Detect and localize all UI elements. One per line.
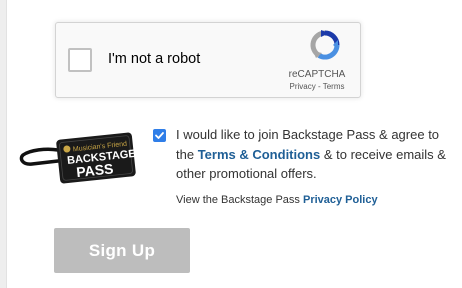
privacy-line-text: View the Backstage Pass [176,194,303,206]
privacy-policy-link[interactable]: Privacy Policy [303,194,378,206]
sign-up-button[interactable]: Sign Up [54,228,190,273]
backstage-pass-tag-icon: Musician's Friend BACKSTAGE PASS [19,132,136,184]
recaptcha-links: Privacy - Terms [274,82,360,91]
recaptcha-logo-icon [310,30,340,60]
privacy-line: View the Backstage Pass Privacy Policy [176,194,378,206]
checkmark-icon [155,132,164,139]
recaptcha-links-separator: - [315,82,323,91]
left-rail [0,0,7,288]
optin-checkbox[interactable] [153,129,166,142]
recaptcha-brand: reCAPTCHA [288,69,346,80]
recaptcha-terms-link[interactable]: Terms [323,82,345,91]
recaptcha-privacy-link[interactable]: Privacy [290,82,316,91]
recaptcha-widget: I'm not a robot reCAPTCHA Privacy - Term… [55,22,361,98]
recaptcha-label: I'm not a robot [108,51,201,67]
optin-text: I would like to join Backstage Pass & ag… [176,125,460,184]
terms-conditions-link[interactable]: Terms & Conditions [198,147,321,162]
recaptcha-checkbox[interactable] [68,48,92,72]
